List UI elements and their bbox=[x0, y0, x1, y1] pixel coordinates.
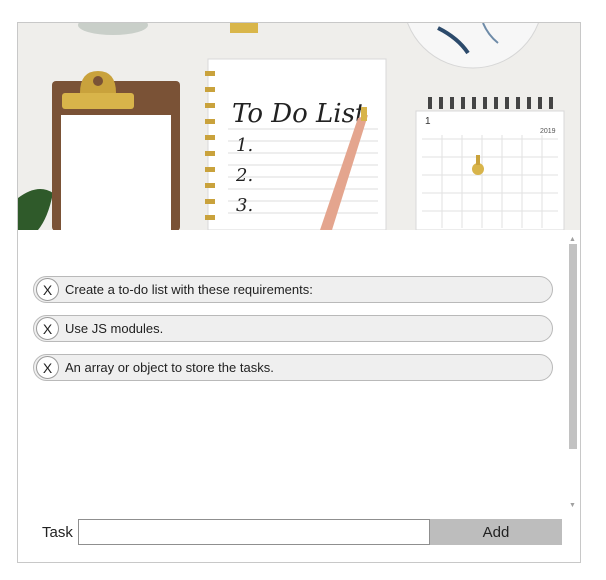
add-button[interactable]: Add bbox=[430, 519, 562, 545]
task-text: An array or object to store the tasks. bbox=[65, 360, 274, 375]
task-item: X Create a to-do list with these require… bbox=[33, 276, 553, 303]
hero-image: To Do List 1. 2. 3. 1 2019 bbox=[18, 23, 580, 230]
task-item: X Use JS modules. bbox=[33, 315, 553, 342]
remove-task-button[interactable]: X bbox=[36, 278, 59, 301]
task-item: X An array or object to store the tasks. bbox=[33, 354, 553, 381]
remove-task-button[interactable]: X bbox=[36, 356, 59, 379]
add-task-form: Task Add bbox=[18, 519, 580, 547]
scroll-down-arrow-icon[interactable]: ▼ bbox=[565, 498, 580, 512]
calendar-year: 2019 bbox=[540, 128, 556, 135]
vertical-scrollbar[interactable]: ▲ ▼ bbox=[565, 230, 580, 514]
hero-number-3: 3. bbox=[236, 195, 253, 216]
task-list-area: X Create a to-do list with these require… bbox=[18, 230, 580, 514]
todo-app: To Do List 1. 2. 3. 1 2019 X Create a to… bbox=[17, 22, 581, 563]
task-text: Create a to-do list with these requireme… bbox=[65, 282, 313, 297]
hero-number-1: 1. bbox=[236, 135, 253, 156]
calendar-month: 1 bbox=[425, 116, 431, 127]
task-text: Use JS modules. bbox=[65, 321, 164, 336]
hero-illustration: To Do List 1. 2. 3. 1 2019 bbox=[18, 23, 580, 230]
task-input[interactable] bbox=[78, 519, 430, 545]
hero-heading: To Do List bbox=[232, 99, 366, 129]
scroll-thumb[interactable] bbox=[569, 244, 577, 449]
task-label: Task bbox=[42, 524, 73, 541]
remove-task-button[interactable]: X bbox=[36, 317, 59, 340]
hero-number-2: 2. bbox=[235, 165, 253, 186]
task-list: X Create a to-do list with these require… bbox=[33, 276, 553, 393]
